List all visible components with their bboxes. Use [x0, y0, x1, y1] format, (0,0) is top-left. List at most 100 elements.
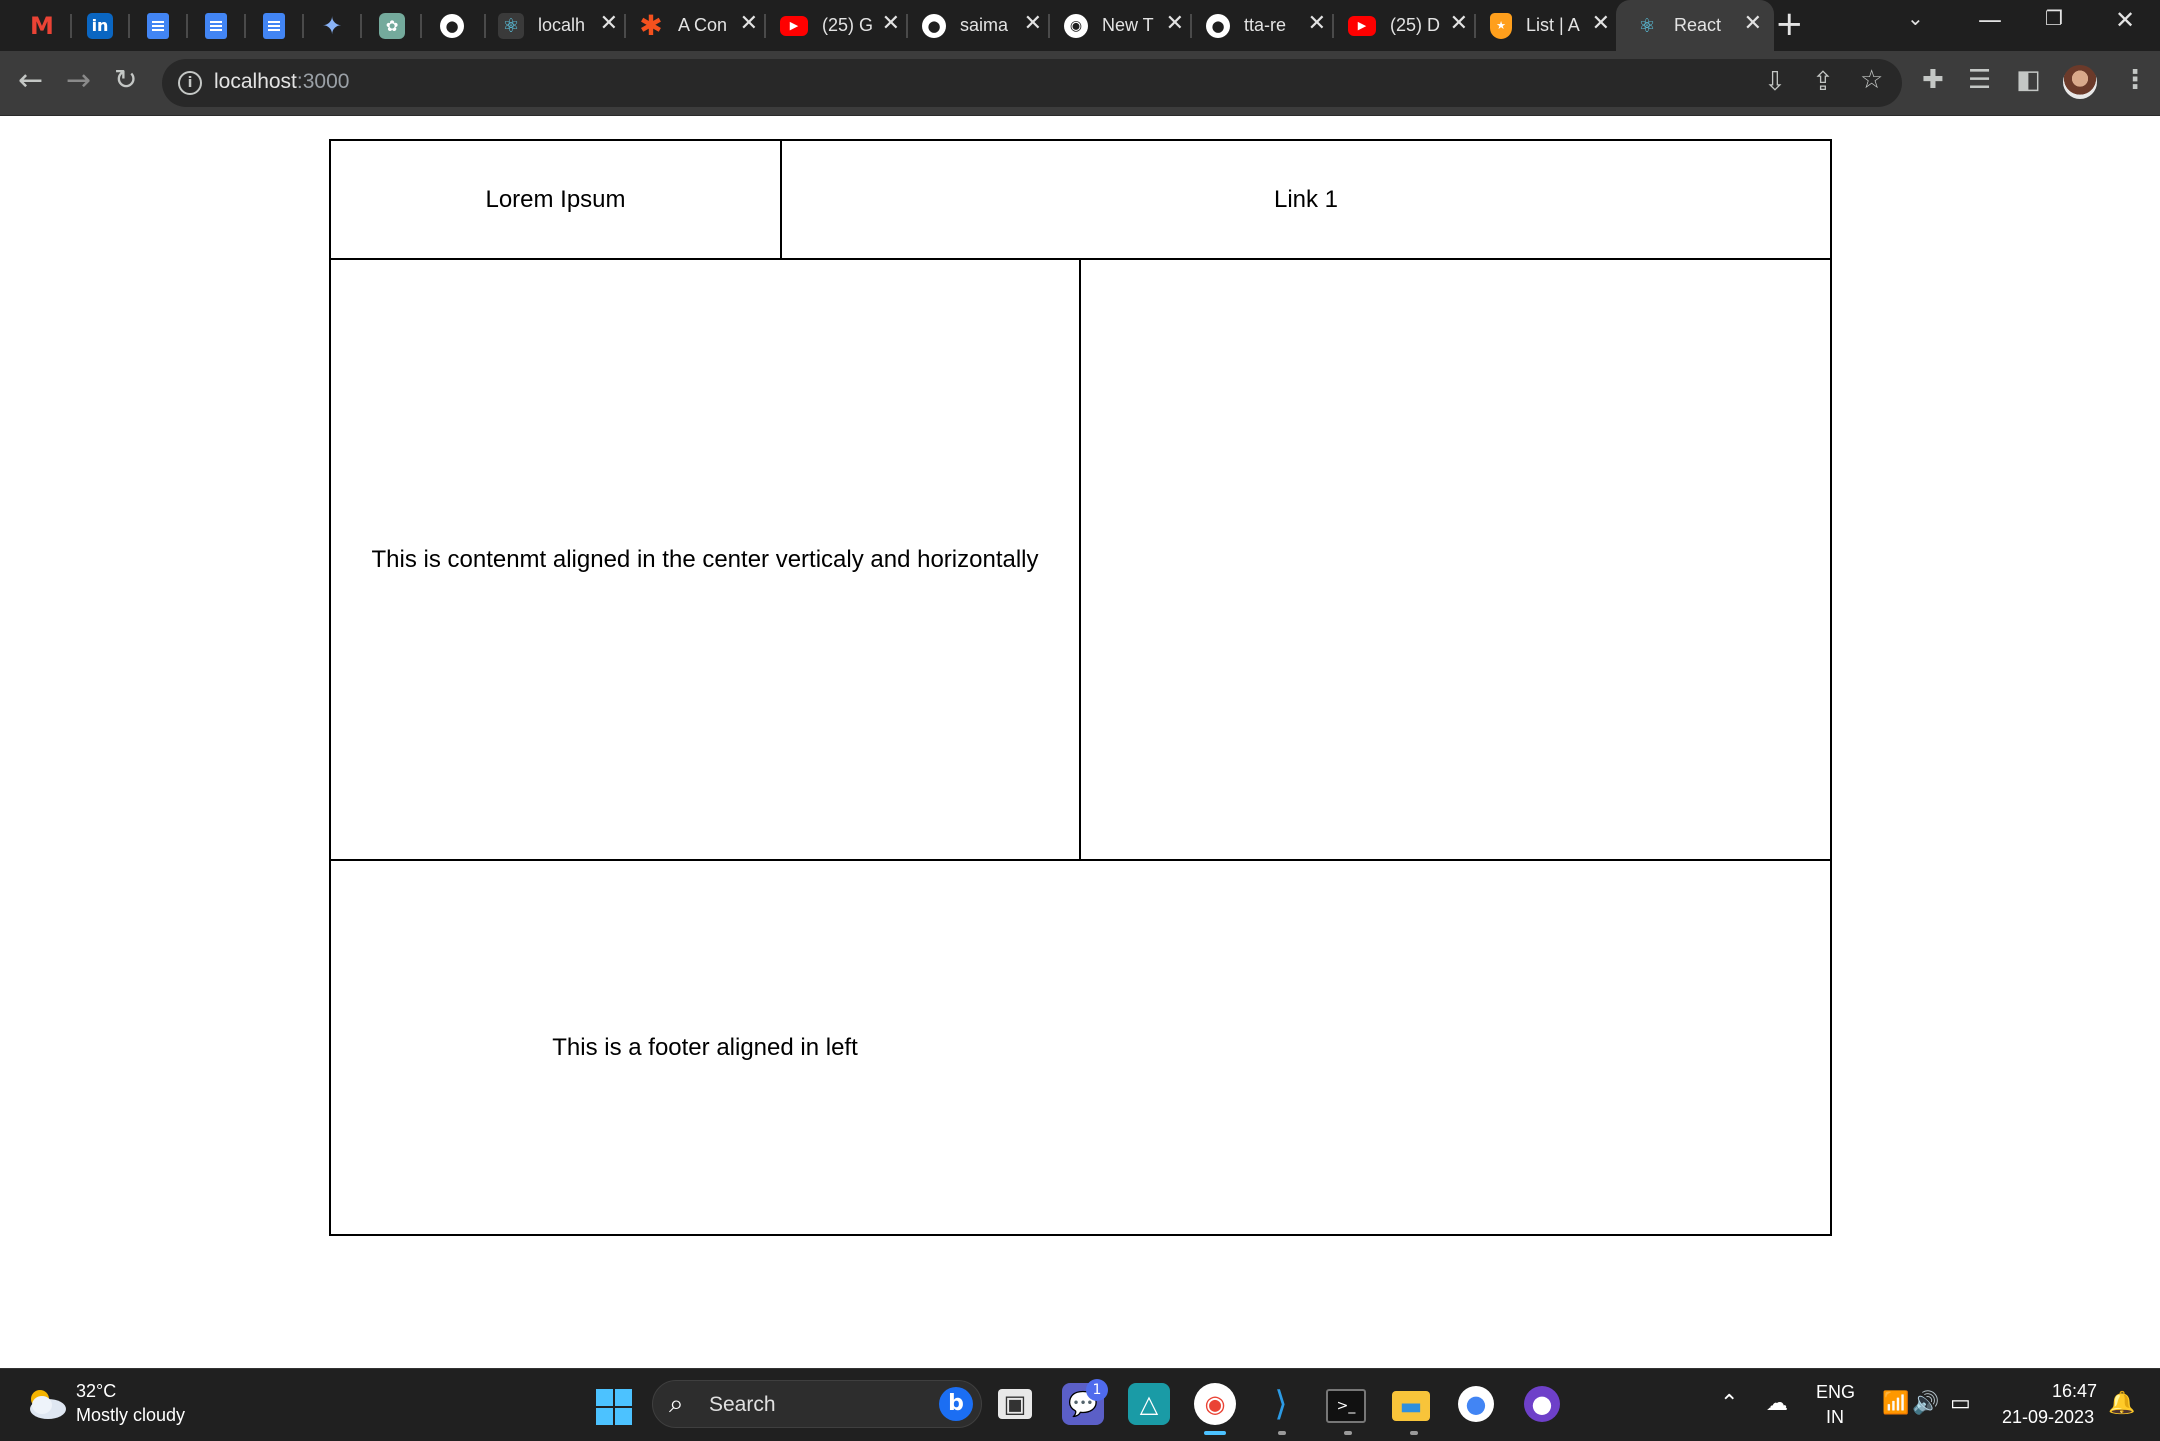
tab-1[interactable]: ✱ A Con ✕	[630, 0, 770, 51]
pinned-tab-linkedin[interactable]: in	[72, 0, 128, 51]
google-docs-icon	[205, 12, 227, 39]
back-button[interactable]: ←	[18, 63, 43, 98]
search-icon: ⌕	[669, 1389, 684, 1419]
close-icon[interactable]: ✕	[1308, 11, 1326, 36]
close-icon[interactable]: ✕	[1450, 11, 1468, 36]
windows-taskbar: 32°C Mostly cloudy ⌕ Search b ▣ 💬 1 △ ◉ …	[0, 1368, 2160, 1441]
reading-list-icon[interactable]: ☰	[1968, 65, 1991, 95]
info-icon[interactable]: i	[178, 71, 202, 95]
chrome-icon[interactable]: ●	[1458, 1386, 1494, 1422]
side-panel-icon[interactable]: ◧	[2016, 65, 2041, 95]
pinned-tab-gemini[interactable]: ✦	[304, 0, 360, 51]
windows-start-icon[interactable]	[596, 1389, 632, 1425]
close-icon[interactable]: ✕	[1166, 11, 1184, 36]
minimize-button[interactable]: —	[1978, 6, 2002, 34]
tab-title: tta-re	[1244, 15, 1287, 35]
url-text[interactable]: localhost:3000	[214, 70, 349, 94]
github-icon: ●	[440, 13, 464, 38]
task-view-icon[interactable]: ▣	[998, 1389, 1032, 1419]
vscode-icon[interactable]: ⟩	[1260, 1383, 1302, 1425]
pinned-tab-gmail[interactable]: M	[14, 0, 70, 51]
close-icon[interactable]: ✕	[1592, 11, 1610, 36]
profile-avatar[interactable]	[2063, 65, 2097, 99]
address-bar[interactable]: i localhost:3000 ⇩ ⇪ ☆	[162, 59, 1902, 107]
url-port: :3000	[296, 70, 350, 93]
close-icon[interactable]: ✕	[1744, 11, 1762, 36]
delta-app-icon[interactable]: △	[1128, 1383, 1170, 1425]
extensions-puzzle-icon[interactable]: ✚	[1922, 65, 1944, 95]
cloudy-weather-icon[interactable]	[24, 1387, 68, 1421]
weather-description[interactable]: Mostly cloudy	[76, 1405, 185, 1426]
onedrive-cloud-icon[interactable]: ☁	[1766, 1391, 1788, 1416]
gmail-icon: M	[30, 11, 54, 40]
close-icon[interactable]: ✕	[1024, 11, 1042, 36]
linkedin-icon: in	[87, 12, 113, 39]
bing-icon[interactable]: b	[939, 1387, 973, 1421]
nav-link-1[interactable]: Link 1	[782, 141, 1830, 258]
restore-button[interactable]: ❐	[2045, 6, 2063, 30]
tab-separator	[906, 14, 908, 38]
github-desktop-icon[interactable]: ●	[1524, 1386, 1560, 1422]
tab-6[interactable]: ▶ (25) D ✕	[1340, 0, 1480, 51]
install-app-icon[interactable]: ⇩	[1764, 67, 1786, 97]
tab-separator	[360, 14, 362, 38]
tab-separator	[1048, 14, 1050, 38]
github-icon: ●	[1206, 13, 1230, 38]
pinned-tab-docs-1[interactable]	[130, 0, 186, 51]
forward-button[interactable]: →	[66, 63, 91, 98]
taskbar-search-box[interactable]: ⌕ Search b	[652, 1380, 982, 1428]
running-app-indicator	[1278, 1431, 1286, 1435]
new-tab-button[interactable]: +	[1775, 4, 1804, 44]
terminal-icon[interactable]: >_	[1326, 1389, 1366, 1423]
bookmark-star-icon[interactable]: ☆	[1860, 65, 1883, 95]
clock-date[interactable]: 21-09-2023	[2002, 1407, 2094, 1428]
close-icon[interactable]: ✕	[600, 11, 618, 36]
clock-time[interactable]: 16:47	[2052, 1381, 2097, 1402]
tab-3[interactable]: ● saima ✕	[914, 0, 1054, 51]
close-window-button[interactable]: ✕	[2115, 6, 2135, 34]
tab-2[interactable]: ▶ (25) G ✕	[772, 0, 912, 51]
google-docs-icon	[263, 12, 285, 39]
battery-icon[interactable]: ▭	[1950, 1391, 1971, 1416]
volume-icon[interactable]: 🔊	[1912, 1391, 1939, 1416]
nav-link-1-text[interactable]: Link 1	[1274, 186, 1338, 214]
file-explorer-icon[interactable]: ▬	[1392, 1391, 1430, 1421]
chrome-profile-icon[interactable]: ◉	[1194, 1383, 1236, 1425]
notification-center-icon[interactable]: 🔔	[2108, 1391, 2135, 1416]
reload-button[interactable]: ↻	[114, 63, 137, 96]
close-icon[interactable]: ✕	[740, 11, 758, 36]
active-app-indicator	[1204, 1431, 1226, 1435]
footer: This is a footer aligned in left	[331, 861, 1079, 1234]
wifi-icon[interactable]: 📶	[1882, 1391, 1909, 1416]
react-icon: ⚛	[1638, 14, 1656, 37]
search-label: Search	[709, 1393, 776, 1416]
language-region[interactable]: IN	[1826, 1407, 1844, 1428]
pinned-tab-docs-2[interactable]	[188, 0, 244, 51]
tab-separator	[420, 14, 422, 38]
close-icon[interactable]: ✕	[882, 11, 900, 36]
chevron-up-icon[interactable]: ⌃	[1720, 1391, 1738, 1416]
header-title-text: Lorem Ipsum	[485, 185, 626, 213]
tab-title: React	[1674, 15, 1722, 35]
gemini-icon: ✦	[321, 11, 343, 40]
tab-8-active[interactable]: ⚛ React ✕	[1616, 0, 1774, 51]
pinned-tab-docs-3[interactable]	[246, 0, 302, 51]
tab-4[interactable]: ◉ New T ✕	[1056, 0, 1196, 51]
tab-search-icon[interactable]: ⌄	[1907, 6, 1924, 30]
tab-7[interactable]: ★ List | A ✕	[1482, 0, 1622, 51]
main-content: This is contenmt aligned in the center v…	[331, 260, 1079, 859]
browser-toolbar: ← → ↻ i localhost:3000 ⇩ ⇪ ☆ ✚ ☰ ◧ ⋮	[0, 51, 2160, 116]
asterisk-icon: ✱	[639, 9, 663, 42]
tab-5[interactable]: ● tta-re ✕	[1198, 0, 1338, 51]
weather-temperature[interactable]: 32°C	[76, 1381, 116, 1402]
web-page: Lorem Ipsum Link 1 This is contenmt alig…	[0, 116, 2160, 1368]
menu-kebab-icon[interactable]: ⋮	[2122, 65, 2148, 95]
pinned-tab-chatgpt[interactable]: ✿	[364, 0, 420, 51]
language-indicator[interactable]: ENG	[1816, 1382, 1855, 1403]
tab-0[interactable]: ⚛ localh ✕	[490, 0, 630, 51]
pinned-tab-github[interactable]: ●	[424, 0, 480, 51]
tab-separator	[484, 14, 486, 38]
google-docs-icon	[147, 12, 169, 39]
browser-tab-strip: M in ✦ ✿ ● ⚛ localh ✕ ✱ A Con ✕ ▶ (25) G	[0, 0, 2160, 51]
share-icon[interactable]: ⇪	[1812, 67, 1834, 97]
